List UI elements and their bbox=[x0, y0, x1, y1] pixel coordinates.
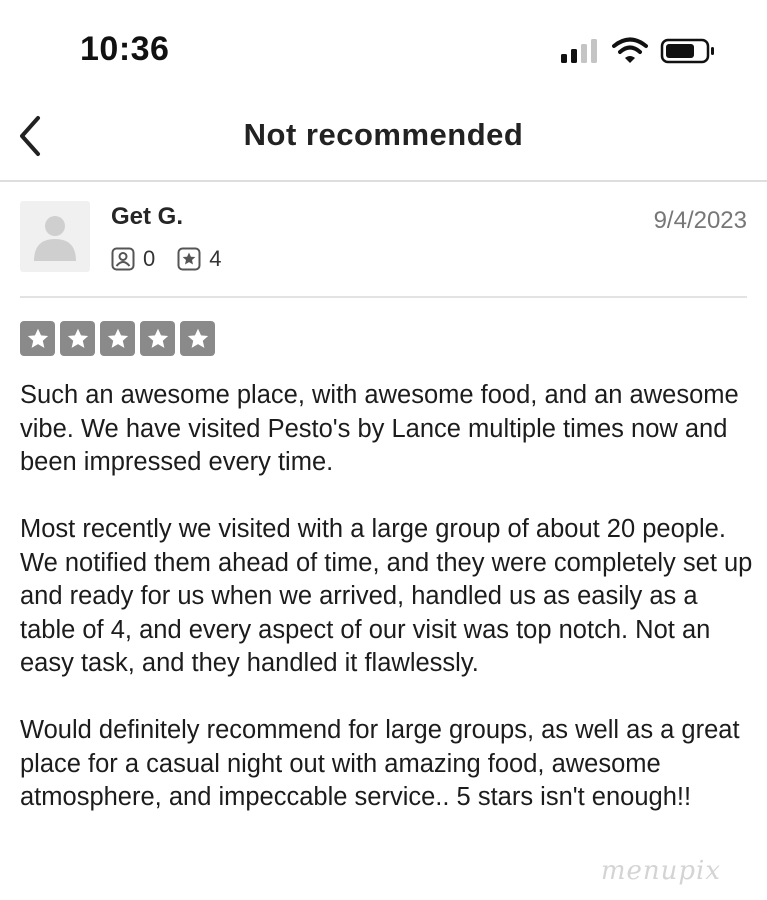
avatar[interactable] bbox=[20, 201, 90, 272]
star-icon bbox=[20, 321, 55, 356]
friends-icon bbox=[111, 247, 135, 271]
watermark: menupix bbox=[600, 856, 721, 886]
default-avatar-icon bbox=[34, 216, 76, 261]
review-paragraph: Would definitely recommend for large gro… bbox=[20, 716, 740, 811]
star-icon bbox=[180, 321, 215, 356]
friends-count: 0 bbox=[143, 246, 156, 271]
cellular-signal-icon bbox=[561, 39, 597, 63]
nav-bar: Not recommended bbox=[0, 100, 767, 182]
review-paragraph: Such an awesome place, with awesome food… bbox=[20, 381, 739, 476]
star-badge-icon bbox=[177, 247, 201, 271]
star-rating bbox=[20, 321, 220, 356]
reviews-count: 4 bbox=[209, 246, 222, 271]
star-icon bbox=[100, 321, 135, 356]
star-icon bbox=[60, 321, 95, 356]
star-icon bbox=[140, 321, 175, 356]
page-title: Not recommended bbox=[243, 117, 524, 152]
review-paragraph: Most recently we visited with a large gr… bbox=[20, 515, 753, 677]
divider bbox=[20, 296, 747, 298]
battery-icon bbox=[660, 38, 714, 64]
wifi-icon bbox=[612, 37, 648, 63]
review-text: Such an awesome place, with awesome food… bbox=[20, 379, 755, 848]
review-date: 9/4/2023 bbox=[653, 207, 747, 234]
screen: 10:36 Not recommended Get G. 9/4/2023 0 … bbox=[0, 0, 767, 900]
status-bar: 10:36 bbox=[0, 0, 767, 100]
reviewer-name[interactable]: Get G. bbox=[111, 203, 183, 231]
status-time: 10:36 bbox=[80, 30, 170, 68]
reviewer-stats: 0 4 bbox=[111, 244, 244, 274]
